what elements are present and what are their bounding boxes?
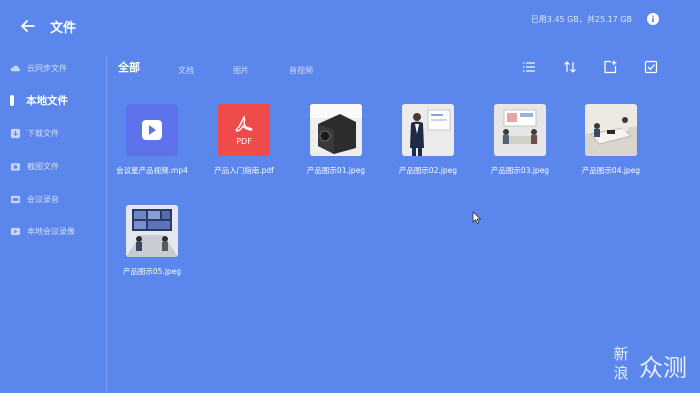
sidebar-item-label: 本地会议录像 [27,226,75,236]
storage-usage: 已用3.45 GB，共25.17 GB [530,15,632,24]
image-thumbnail [402,104,454,156]
sidebar-item-screenshots[interactable]: 截图文件 [10,157,59,175]
sort-icon[interactable] [563,60,577,74]
sidebar-item-label: 本地文件 [26,94,68,107]
pdf-thumbnail: PDF [218,104,270,156]
mouse-cursor-icon [472,211,482,225]
image-thumbnail [310,104,362,156]
file-item[interactable]: PDF 产品入门指南.pdf [194,104,294,184]
file-item[interactable]: 产品图示01.jpeg [286,104,386,184]
watermark-char-1: 新 [613,345,628,363]
list-view-icon[interactable] [522,60,536,74]
pdf-badge: PDF [236,137,252,146]
sidebar-item-label: 下载文件 [27,128,59,138]
sidebar-item-meeting-video[interactable]: 本地会议录像 [10,222,75,240]
sidebar-item-meeting-audio[interactable]: 会议录音 [10,190,59,208]
pdf-icon: PDF [235,115,253,146]
active-indicator-icon [10,94,14,106]
image-thumbnail [494,104,546,156]
tab-images[interactable]: 图片 [233,65,249,76]
tab-audio-video[interactable]: 音视频 [289,65,313,76]
cloud-icon [10,65,21,71]
info-icon[interactable] [647,13,659,25]
file-name: 产品图示05.jpeg [122,267,182,276]
file-item[interactable]: 产品图示05.jpeg [102,205,202,285]
select-icon[interactable] [644,60,658,74]
audio-icon [10,195,21,203]
page-title: 文件 [50,21,77,36]
top-bar: 文件 已用3.45 GB，共25.17 GB [0,0,700,52]
watermark-char-2: 浪 [613,364,628,382]
tab-documents[interactable]: 文档 [178,65,194,76]
sidebar-item-local-files[interactable]: 本地文件 [10,91,68,109]
image-thumbnail [585,104,637,156]
file-item[interactable]: 产品图示04.jpeg [561,104,661,184]
file-item[interactable]: 产品图示02.jpeg [378,104,478,184]
watermark-text: 众测 [639,354,687,382]
image-thumbnail [126,205,178,257]
file-item[interactable]: 会议星产品视频.mp4 [102,104,202,184]
tab-all[interactable]: 全部 [118,59,140,75]
meeting-room-image-icon [494,104,546,156]
play-icon [142,120,162,140]
sidebar-item-label: 云同步文件 [27,63,67,73]
sidebar-item-label: 会议录音 [27,194,59,204]
camera-icon [10,162,21,171]
video-thumbnail [126,104,178,156]
projector-image-icon [310,104,362,156]
office-image-icon [585,104,637,156]
back-arrow-icon[interactable] [18,16,38,36]
add-folder-icon[interactable] [603,60,617,74]
sidebar-item-cloud-sync[interactable]: 云同步文件 [10,59,67,77]
file-name: 产品图示04.jpeg [581,166,641,175]
sidebar-item-label: 截图文件 [27,161,59,171]
download-icon [10,128,21,138]
conference-screen-image-icon [126,205,178,257]
video-icon [10,227,21,235]
watermark-logo: 新 浪 众测 [613,345,687,382]
presenter-image-icon [402,104,454,156]
sidebar-item-downloads[interactable]: 下载文件 [10,124,59,142]
